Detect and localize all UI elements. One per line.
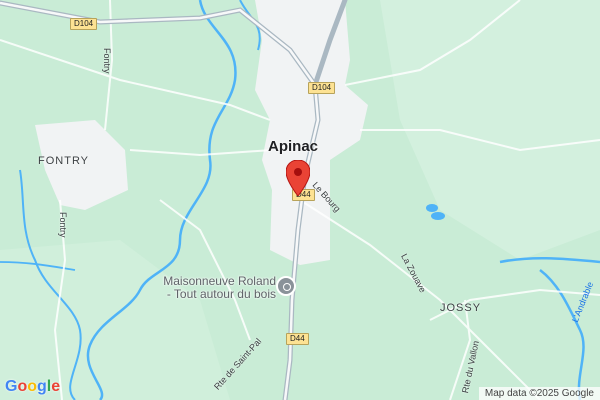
road-badge-d104: D104 [308, 82, 336, 94]
poi-label-line2: - Tout autour du bois [166, 287, 276, 301]
street-label-fontry: Fontry [102, 48, 112, 74]
hamlet-label-fontry: FONTRY [38, 155, 90, 167]
logo-letter: o [27, 378, 38, 395]
minor-road [0, 39, 271, 121]
road-badge-d104: D104 [70, 18, 98, 30]
hamlet-label-jossy: JOSSY [440, 302, 482, 314]
poi-label-maisonneuve-roland[interactable]: Maisonneuve Roland - Tout autour du bois [140, 275, 276, 301]
logo-letter: o [17, 378, 28, 395]
urban-area-apinac [255, 0, 368, 265]
street-label-fontry: Fontry [58, 212, 68, 238]
map-attribution[interactable]: Map data ©2025 Google [478, 387, 600, 400]
logo-letter: g [37, 378, 47, 395]
minor-road [129, 149, 273, 157]
poi-dot [283, 283, 291, 291]
road-badge-d44: D44 [286, 333, 309, 345]
google-logo: Google [5, 378, 60, 396]
logo-letter: G [5, 378, 18, 395]
poi-marker-icon[interactable] [276, 276, 296, 296]
town-label-apinac[interactable]: Apinac [268, 138, 318, 155]
pond [431, 212, 445, 220]
map-canvas[interactable]: D104 D104 D44 D44 Apinac FONTRY JOSSY Fo… [0, 0, 600, 400]
pond [426, 204, 438, 212]
location-pin-icon[interactable] [286, 160, 310, 196]
logo-letter: e [51, 378, 61, 395]
